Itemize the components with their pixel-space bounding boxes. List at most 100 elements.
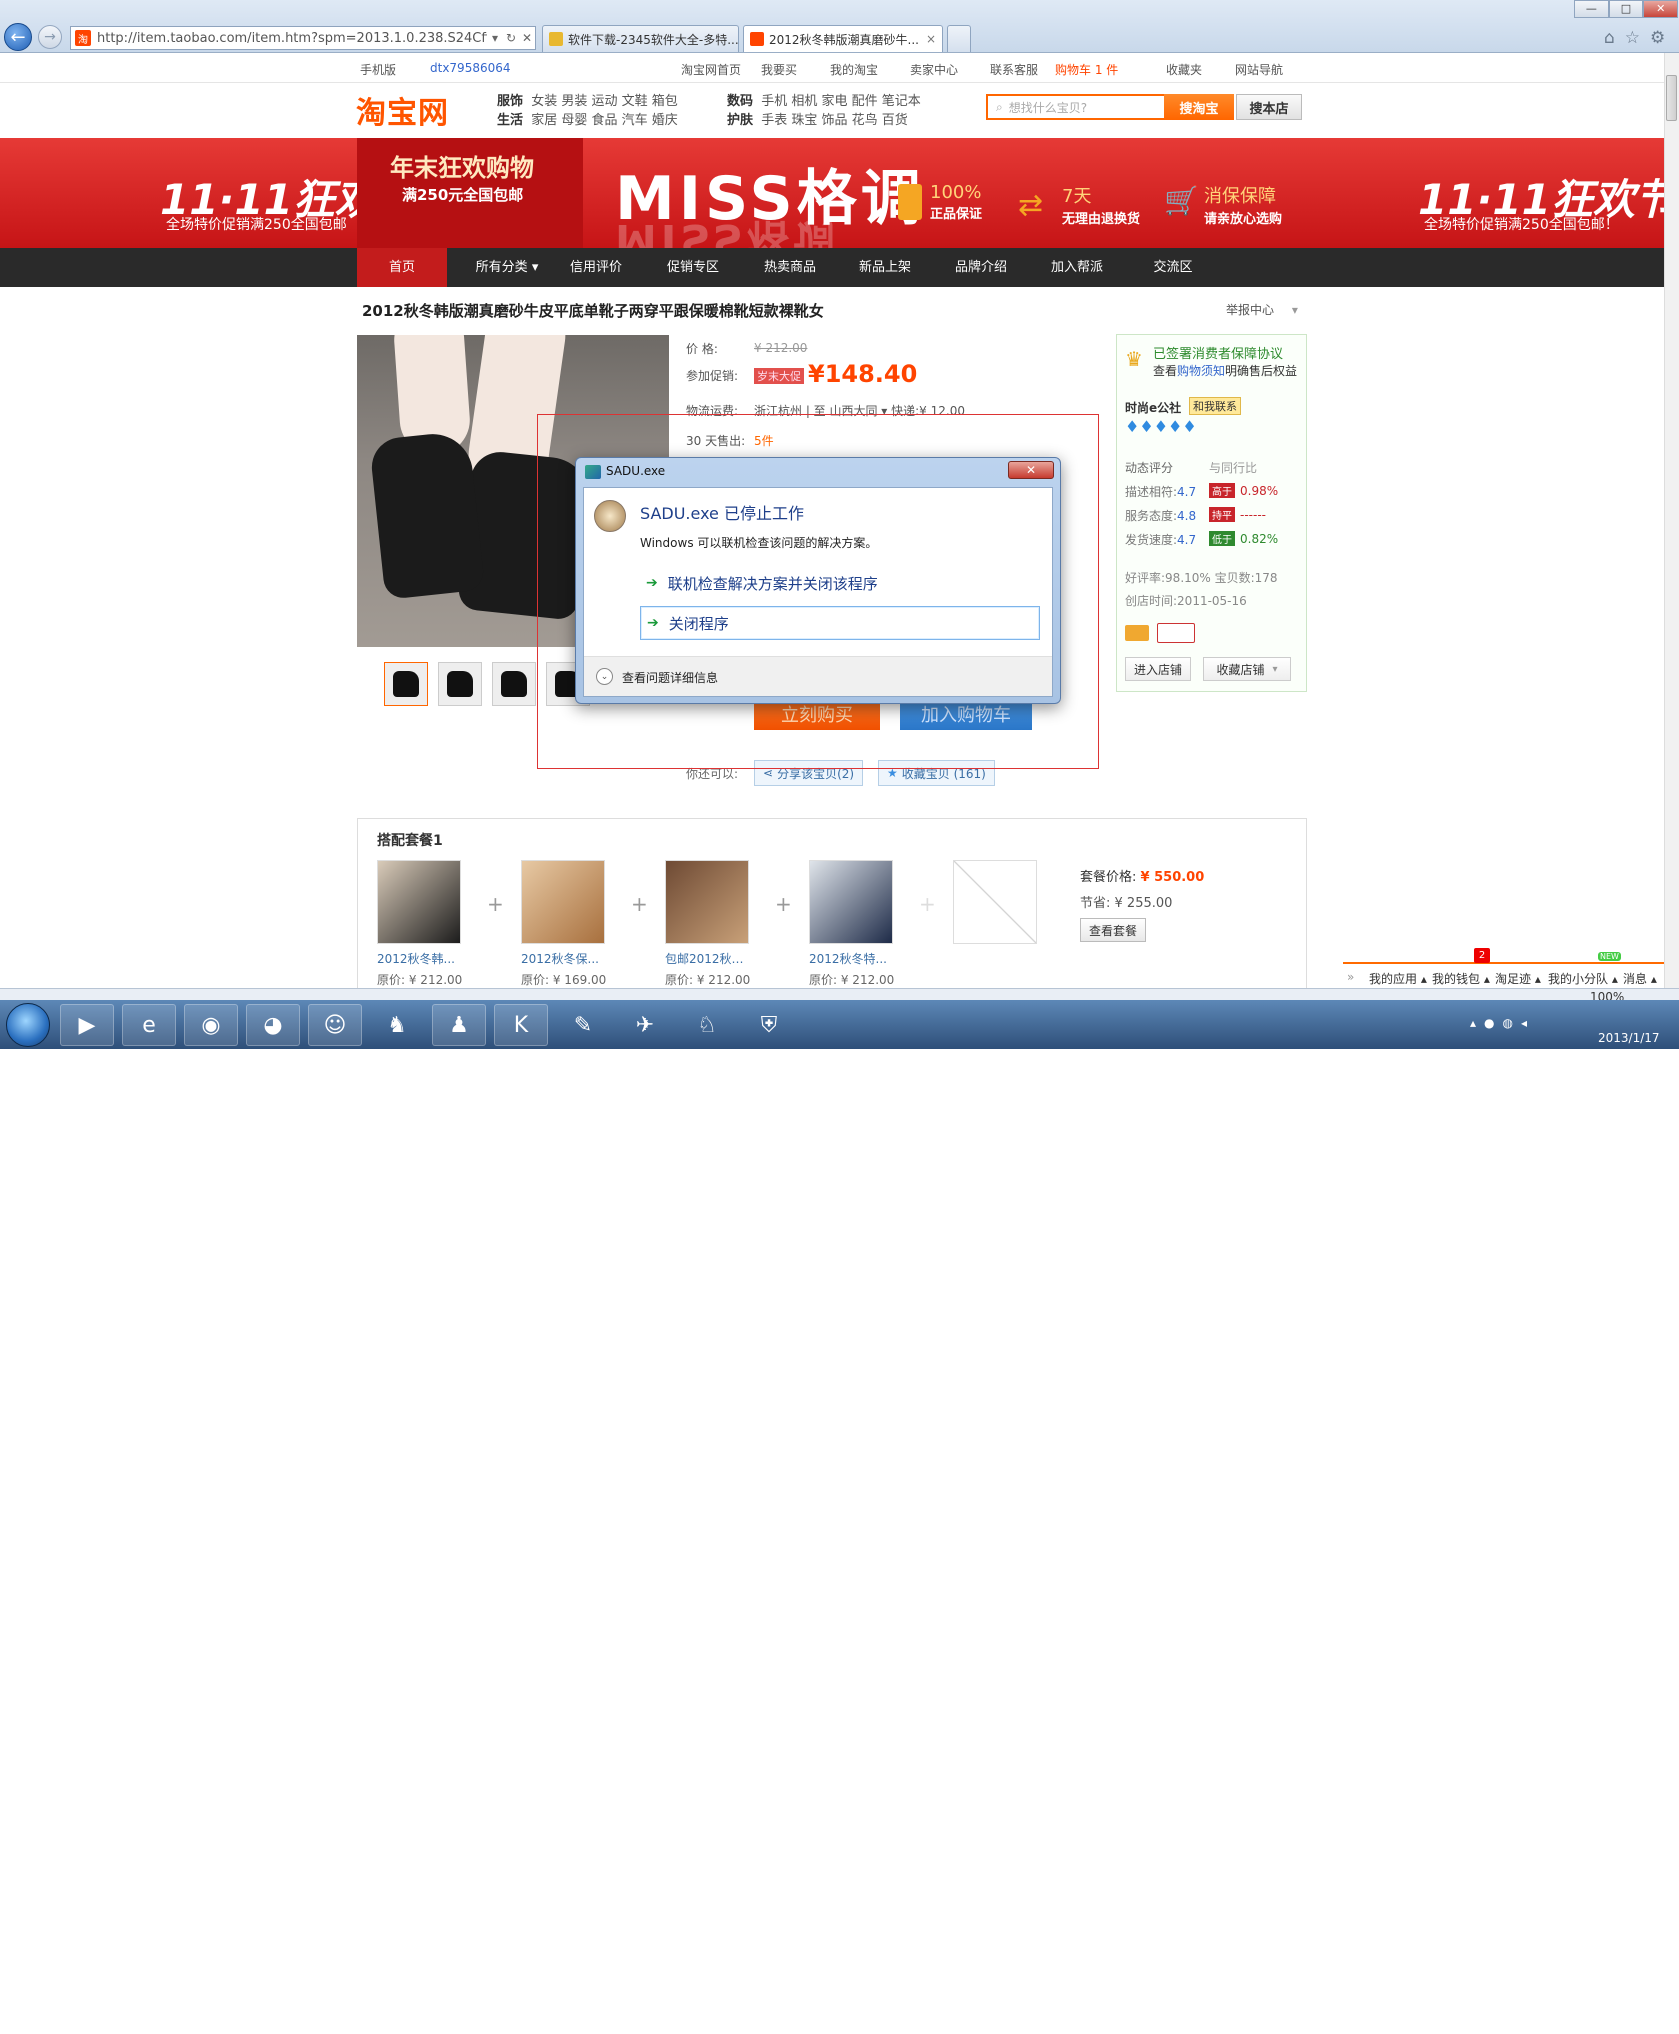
- messenger-icon[interactable]: ◕: [246, 1004, 300, 1046]
- link-taobao-home[interactable]: 淘宝网首页: [681, 61, 741, 78]
- close-window-icon[interactable]: ✕: [1643, 0, 1679, 18]
- toolbar-footprint[interactable]: 淘足迹 ▴: [1495, 970, 1541, 987]
- category-items[interactable]: 手机 相机 家电 配件 笔记本: [761, 94, 921, 109]
- clock-date[interactable]: 2013/1/17: [1598, 1030, 1660, 1047]
- nav-join[interactable]: 加入帮派: [1032, 248, 1122, 287]
- favorite-shop-button[interactable]: 收藏店铺 ▾: [1203, 657, 1291, 681]
- shield-icon[interactable]: ⛨: [742, 1004, 796, 1046]
- link-my-taobao[interactable]: 我的淘宝: [830, 61, 878, 78]
- new-tab-button[interactable]: [947, 25, 971, 52]
- taobao-logo[interactable]: 淘宝网: [356, 88, 449, 132]
- toolbar-messages[interactable]: 消息 ▴: [1623, 970, 1657, 987]
- combo-item[interactable]: 2012秋冬保... 原价: ¥ 169.00: [521, 860, 621, 988]
- home-icon[interactable]: ⌂: [1604, 28, 1615, 48]
- start-button[interactable]: [6, 1003, 50, 1047]
- qq-icon[interactable]: ♟: [432, 1004, 486, 1046]
- combo-item-name[interactable]: 2012秋冬保...: [521, 950, 621, 967]
- nav-hot[interactable]: 热卖商品: [745, 248, 835, 287]
- tray-expand-icon[interactable]: ▴: [1470, 1016, 1476, 1030]
- favorites-star-icon[interactable]: ☆: [1625, 28, 1640, 48]
- nav-home[interactable]: 首页: [357, 248, 447, 287]
- username-link[interactable]: dtx79586064: [430, 61, 511, 75]
- link-customer-service[interactable]: 联系客服: [990, 61, 1038, 78]
- forward-button[interactable]: →: [38, 25, 62, 49]
- back-button[interactable]: ←: [4, 23, 32, 51]
- combo-item[interactable]: 包邮2012秋… 原价: ¥ 212.00: [665, 860, 765, 988]
- volume-icon[interactable]: ◂: [1521, 1016, 1527, 1030]
- search-input[interactable]: ⌕ 想找什么宝贝?: [986, 94, 1164, 120]
- view-details-link[interactable]: 查看问题详细信息: [622, 669, 718, 686]
- combo-item-image[interactable]: [809, 860, 893, 944]
- mobile-link[interactable]: 手机版: [360, 61, 396, 78]
- scrollbar-thumb[interactable]: [1666, 75, 1677, 121]
- contact-seller-button[interactable]: 和我联系: [1189, 397, 1241, 415]
- app-icon[interactable]: ☺: [308, 1004, 362, 1046]
- category-head[interactable]: 数码: [727, 94, 753, 109]
- category-items[interactable]: 女装 男装 运动 文鞋 箱包: [531, 94, 678, 109]
- qq-tray-icon[interactable]: ●: [1484, 1016, 1494, 1030]
- combo-item-name[interactable]: 包邮2012秋…: [665, 950, 765, 967]
- dialog-close-button[interactable]: ✕: [1008, 461, 1054, 479]
- nav-all-categories[interactable]: 所有分类 ▾: [457, 248, 557, 287]
- app-icon[interactable]: ✎: [556, 1004, 610, 1046]
- url-dropdown-icon[interactable]: ▾: [487, 31, 503, 45]
- ie-browser-icon[interactable]: e: [122, 1004, 176, 1046]
- nav-forum[interactable]: 交流区: [1128, 248, 1218, 287]
- toolbar-team[interactable]: 我的小分队 ▴: [1548, 970, 1618, 987]
- app-icon[interactable]: ◉: [184, 1004, 238, 1046]
- view-package-button[interactable]: 查看套餐: [1080, 918, 1146, 942]
- search-shop-button[interactable]: 搜本店: [1236, 94, 1302, 120]
- qq-game-icon[interactable]: ♞: [370, 1004, 424, 1046]
- link-cart[interactable]: 购物车 1 件: [1055, 61, 1118, 78]
- combo-item[interactable]: 2012秋冬特... 原价: ¥ 212.00: [809, 860, 909, 988]
- thumbnail-3[interactable]: [492, 662, 536, 706]
- close-program-option[interactable]: ➔ 关闭程序: [640, 606, 1040, 640]
- category-head[interactable]: 生活: [497, 113, 523, 128]
- category-head[interactable]: 护肤: [727, 113, 753, 128]
- network-icon[interactable]: ◍: [1503, 1016, 1513, 1030]
- nav-brand[interactable]: 品牌介绍: [936, 248, 1026, 287]
- thumbnail-1[interactable]: [384, 662, 428, 706]
- media-player-icon[interactable]: ▶: [60, 1004, 114, 1046]
- combo-item-name[interactable]: 2012秋冬韩...: [377, 950, 477, 967]
- link-i-want-buy[interactable]: 我要买: [761, 61, 797, 78]
- thumbnail-2[interactable]: [438, 662, 482, 706]
- category-head[interactable]: 服饰: [497, 94, 523, 109]
- enter-shop-button[interactable]: 进入店铺: [1125, 657, 1191, 681]
- nav-promo[interactable]: 促销专区: [648, 248, 738, 287]
- gear-icon[interactable]: ⚙: [1650, 28, 1665, 48]
- vertical-scrollbar[interactable]: [1664, 53, 1679, 988]
- combo-item-image[interactable]: [521, 860, 605, 944]
- bird-icon[interactable]: ✈: [618, 1004, 672, 1046]
- report-center-link[interactable]: 举报中心 ▾: [1226, 301, 1298, 318]
- rising-lion-icon[interactable]: ♘: [680, 1004, 734, 1046]
- minimize-icon[interactable]: —: [1574, 0, 1609, 18]
- toolbar-my-apps[interactable]: 我的应用 ▴: [1369, 970, 1427, 987]
- shop-name[interactable]: 时尚e公社: [1125, 399, 1181, 416]
- expand-icon[interactable]: »: [1347, 970, 1354, 984]
- stop-icon[interactable]: ✕: [519, 31, 535, 45]
- combo-item[interactable]: 2012秋冬韩... 原价: ¥ 212.00: [377, 860, 477, 988]
- link-seller-center[interactable]: 卖家中心: [910, 61, 958, 78]
- link-site-nav[interactable]: 网站导航: [1235, 61, 1283, 78]
- nav-new[interactable]: 新品上架: [840, 248, 930, 287]
- category-items[interactable]: 家居 母婴 食品 汽车 婚庆: [531, 113, 678, 128]
- address-bar[interactable]: 淘 http://item.taobao.com/item.htm?spm=20…: [70, 26, 536, 50]
- toolbar-wallet[interactable]: 我的钱包 ▴: [1432, 970, 1490, 987]
- tab-2345[interactable]: 软件下载-2345软件大全-多特...: [542, 25, 739, 52]
- tab-close-icon[interactable]: ×: [926, 32, 936, 46]
- combo-item-image[interactable]: [665, 860, 749, 944]
- combo-item-image[interactable]: [377, 860, 461, 944]
- category-items[interactable]: 手表 珠宝 饰品 花鸟 百货: [761, 113, 908, 128]
- maximize-icon[interactable]: □: [1608, 0, 1644, 18]
- url-text[interactable]: http://item.taobao.com/item.htm?spm=2013…: [97, 31, 487, 46]
- kugou-icon[interactable]: K: [494, 1004, 548, 1046]
- link-favorites[interactable]: 收藏夹: [1166, 61, 1202, 78]
- chevron-down-icon[interactable]: ⌄: [596, 668, 613, 685]
- refresh-icon[interactable]: ↻: [503, 31, 519, 45]
- check-online-option[interactable]: ➔ 联机检查解决方案并关闭该程序: [640, 566, 1040, 600]
- search-taobao-button[interactable]: 搜淘宝: [1164, 94, 1234, 120]
- combo-item-name[interactable]: 2012秋冬特...: [809, 950, 909, 967]
- nav-credit[interactable]: 信用评价: [551, 248, 641, 287]
- tab-taobao-item[interactable]: 2012秋冬韩版潮真磨砂牛... ×: [743, 25, 943, 52]
